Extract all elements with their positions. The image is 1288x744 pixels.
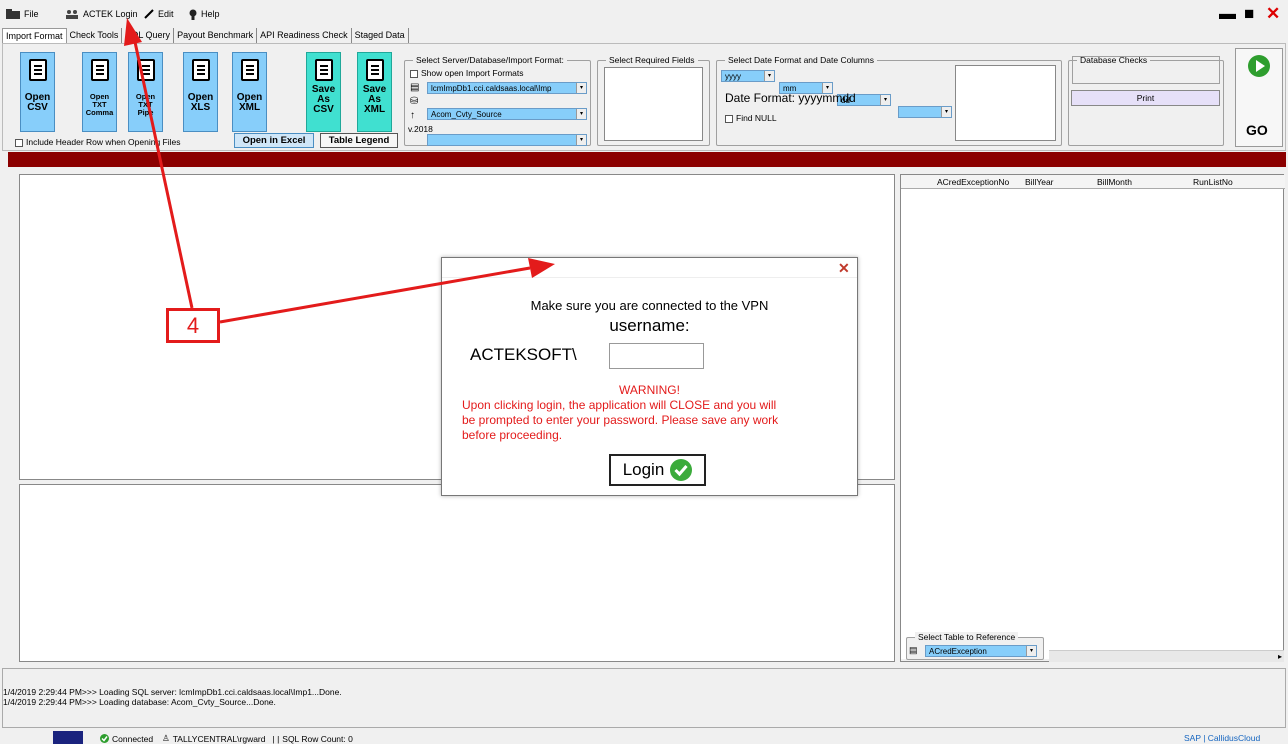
arrow-to-menu bbox=[133, 41, 194, 309]
arrow-to-dialog bbox=[219, 266, 531, 324]
annotation-arrows bbox=[124, 18, 555, 324]
arrowhead-up bbox=[124, 18, 142, 46]
arrowhead-right bbox=[528, 258, 555, 278]
annotation-label: 4 bbox=[166, 308, 220, 343]
